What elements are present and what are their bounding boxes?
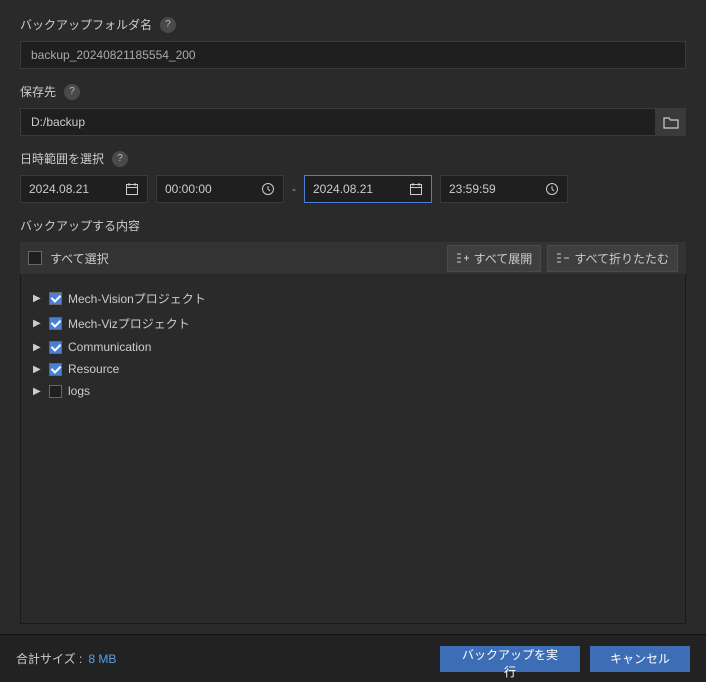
tree-item[interactable]: ▶ Mech-Visionプロジェクト bbox=[29, 286, 677, 311]
help-icon[interactable]: ? bbox=[64, 84, 80, 100]
tree-checkbox[interactable] bbox=[49, 341, 62, 354]
tree-checkbox[interactable] bbox=[49, 385, 62, 398]
end-date-value: 2024.08.21 bbox=[313, 182, 373, 196]
backup-dialog: バックアップフォルダ名 ? 保存先 ? 日時範囲を選択 ? 2024.08.21… bbox=[0, 0, 706, 682]
tree-toolbar: すべて選択 すべて展開 すべて折りたたむ bbox=[20, 242, 686, 274]
run-backup-button[interactable]: バックアップを実行 bbox=[440, 646, 580, 672]
expand-all-button[interactable]: すべて展開 bbox=[447, 245, 542, 272]
end-time-value: 23:59:59 bbox=[449, 182, 496, 196]
folder-icon bbox=[663, 115, 679, 129]
dialog-footer: 合計サイズ : 8 MB バックアップを実行 キャンセル bbox=[0, 634, 706, 682]
collapse-all-button[interactable]: すべて折りたたむ bbox=[547, 245, 678, 272]
chevron-right-icon[interactable]: ▶ bbox=[33, 293, 43, 304]
collapse-icon bbox=[556, 252, 570, 264]
help-icon[interactable]: ? bbox=[112, 151, 128, 167]
help-icon[interactable]: ? bbox=[160, 17, 176, 33]
tree-item-label: Communication bbox=[68, 340, 151, 354]
expand-all-label: すべて展開 bbox=[474, 250, 533, 267]
date-range-label-row: 日時範囲を選択 ? bbox=[20, 150, 686, 167]
date-separator: - bbox=[292, 182, 296, 196]
tree-checkbox[interactable] bbox=[49, 363, 62, 376]
expand-icon bbox=[456, 252, 470, 264]
tree-item[interactable]: ▶ Communication bbox=[29, 336, 677, 358]
chevron-right-icon[interactable]: ▶ bbox=[33, 364, 43, 375]
tree-item-label: Mech-Visionプロジェクト bbox=[68, 290, 206, 307]
tree-item-label: Mech-Vizプロジェクト bbox=[68, 315, 190, 332]
date-range-label: 日時範囲を選択 bbox=[20, 150, 104, 167]
total-size-label: 合計サイズ : bbox=[16, 650, 82, 667]
folder-name-label-row: バックアップフォルダ名 ? bbox=[20, 16, 686, 33]
folder-name-input[interactable] bbox=[20, 41, 686, 69]
save-to-label-row: 保存先 ? bbox=[20, 83, 686, 100]
tree-checkbox[interactable] bbox=[49, 317, 62, 330]
start-date-value: 2024.08.21 bbox=[29, 182, 89, 196]
tree-item[interactable]: ▶ Resource bbox=[29, 358, 677, 380]
save-to-label: 保存先 bbox=[20, 83, 56, 100]
tree-checkbox[interactable] bbox=[49, 292, 62, 305]
folder-name-label: バックアップフォルダ名 bbox=[20, 16, 152, 33]
browse-folder-button[interactable] bbox=[656, 108, 686, 136]
clock-icon bbox=[545, 182, 559, 196]
tree-item-label: logs bbox=[68, 384, 90, 398]
chevron-right-icon[interactable]: ▶ bbox=[33, 386, 43, 397]
clock-icon bbox=[261, 182, 275, 196]
start-time-value: 00:00:00 bbox=[165, 182, 212, 196]
select-all-label: すべて選択 bbox=[50, 250, 109, 267]
chevron-right-icon[interactable]: ▶ bbox=[33, 342, 43, 353]
select-all-checkbox[interactable] bbox=[28, 251, 42, 265]
start-time-input[interactable]: 00:00:00 bbox=[156, 175, 284, 203]
save-to-input[interactable] bbox=[20, 108, 656, 136]
start-date-input[interactable]: 2024.08.21 bbox=[20, 175, 148, 203]
tree-item[interactable]: ▶ Mech-Vizプロジェクト bbox=[29, 311, 677, 336]
end-time-input[interactable]: 23:59:59 bbox=[440, 175, 568, 203]
end-date-input[interactable]: 2024.08.21 bbox=[304, 175, 432, 203]
calendar-icon bbox=[125, 182, 139, 196]
save-to-row bbox=[20, 108, 686, 136]
tree-item-label: Resource bbox=[68, 362, 119, 376]
backup-content-label: バックアップする内容 bbox=[20, 217, 140, 234]
cancel-button[interactable]: キャンセル bbox=[590, 646, 690, 672]
chevron-right-icon[interactable]: ▶ bbox=[33, 318, 43, 329]
tree-item[interactable]: ▶ logs bbox=[29, 380, 677, 402]
collapse-all-label: すべて折りたたむ bbox=[574, 250, 669, 267]
date-range-row: 2024.08.21 00:00:00 - 2024.08.21 23:59:5… bbox=[20, 175, 686, 203]
dialog-content: バックアップフォルダ名 ? 保存先 ? 日時範囲を選択 ? 2024.08.21… bbox=[0, 0, 706, 634]
calendar-icon bbox=[409, 182, 423, 196]
backup-content-label-row: バックアップする内容 bbox=[20, 217, 686, 234]
backup-tree: ▶ Mech-Visionプロジェクト ▶ Mech-Vizプロジェクト ▶ C… bbox=[20, 274, 686, 624]
total-size-value: 8 MB bbox=[88, 652, 116, 666]
